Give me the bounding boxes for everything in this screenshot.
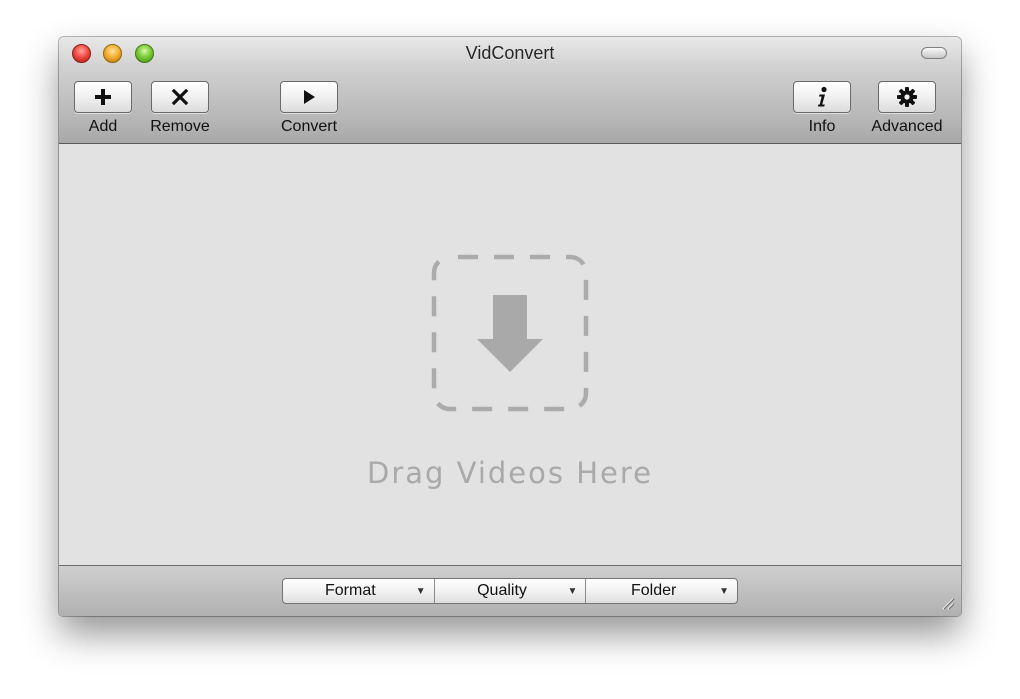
- chevron-down-icon: ▼: [719, 586, 730, 597]
- gear-icon: [897, 87, 917, 107]
- toolbar: VidConvert Add Remove Convert Info Advan…: [59, 37, 961, 144]
- remove-button-box[interactable]: [151, 81, 209, 113]
- x-icon: [171, 88, 189, 106]
- remove-button[interactable]: Remove: [143, 81, 217, 136]
- add-button-box[interactable]: [74, 81, 132, 113]
- chevron-down-icon: ▼: [415, 586, 426, 597]
- add-label: Add: [88, 118, 118, 135]
- convert-button[interactable]: Convert: [273, 81, 345, 136]
- quality-popup[interactable]: Quality ▼: [435, 579, 587, 603]
- folder-popup-label: Folder: [631, 582, 677, 599]
- info-button[interactable]: Info: [792, 81, 852, 136]
- quality-popup-label: Quality: [477, 582, 527, 599]
- download-arrow-icon: [431, 254, 589, 412]
- info-button-box[interactable]: [793, 81, 851, 113]
- app-window: VidConvert Add Remove Convert Info Advan…: [59, 37, 961, 616]
- advanced-label: Advanced: [871, 118, 943, 135]
- drop-hint-text: Drag Videos Here: [366, 456, 653, 490]
- resize-grip-icon[interactable]: [939, 594, 955, 610]
- info-icon: [817, 86, 827, 107]
- info-label: Info: [808, 118, 836, 135]
- window-title: VidConvert: [465, 43, 555, 63]
- advanced-button[interactable]: Advanced: [867, 81, 947, 136]
- settings-popup-group: Format ▼ Quality ▼ Folder ▼: [282, 578, 738, 604]
- convert-label: Convert: [280, 118, 338, 135]
- format-popup-label: Format: [325, 582, 376, 599]
- add-button[interactable]: Add: [73, 81, 133, 136]
- plus-icon: [95, 89, 111, 105]
- play-icon: [304, 90, 315, 104]
- chevron-down-icon: ▼: [567, 586, 578, 597]
- drop-area[interactable]: Drag Videos Here: [59, 144, 961, 566]
- remove-label: Remove: [150, 118, 210, 135]
- convert-button-box[interactable]: [280, 81, 338, 113]
- folder-popup[interactable]: Folder ▼: [586, 579, 737, 603]
- bottom-bar: Format ▼ Quality ▼ Folder ▼: [59, 565, 961, 616]
- format-popup[interactable]: Format ▼: [283, 579, 435, 603]
- advanced-button-box[interactable]: [878, 81, 936, 113]
- toolbar-toggle-button[interactable]: [921, 47, 947, 59]
